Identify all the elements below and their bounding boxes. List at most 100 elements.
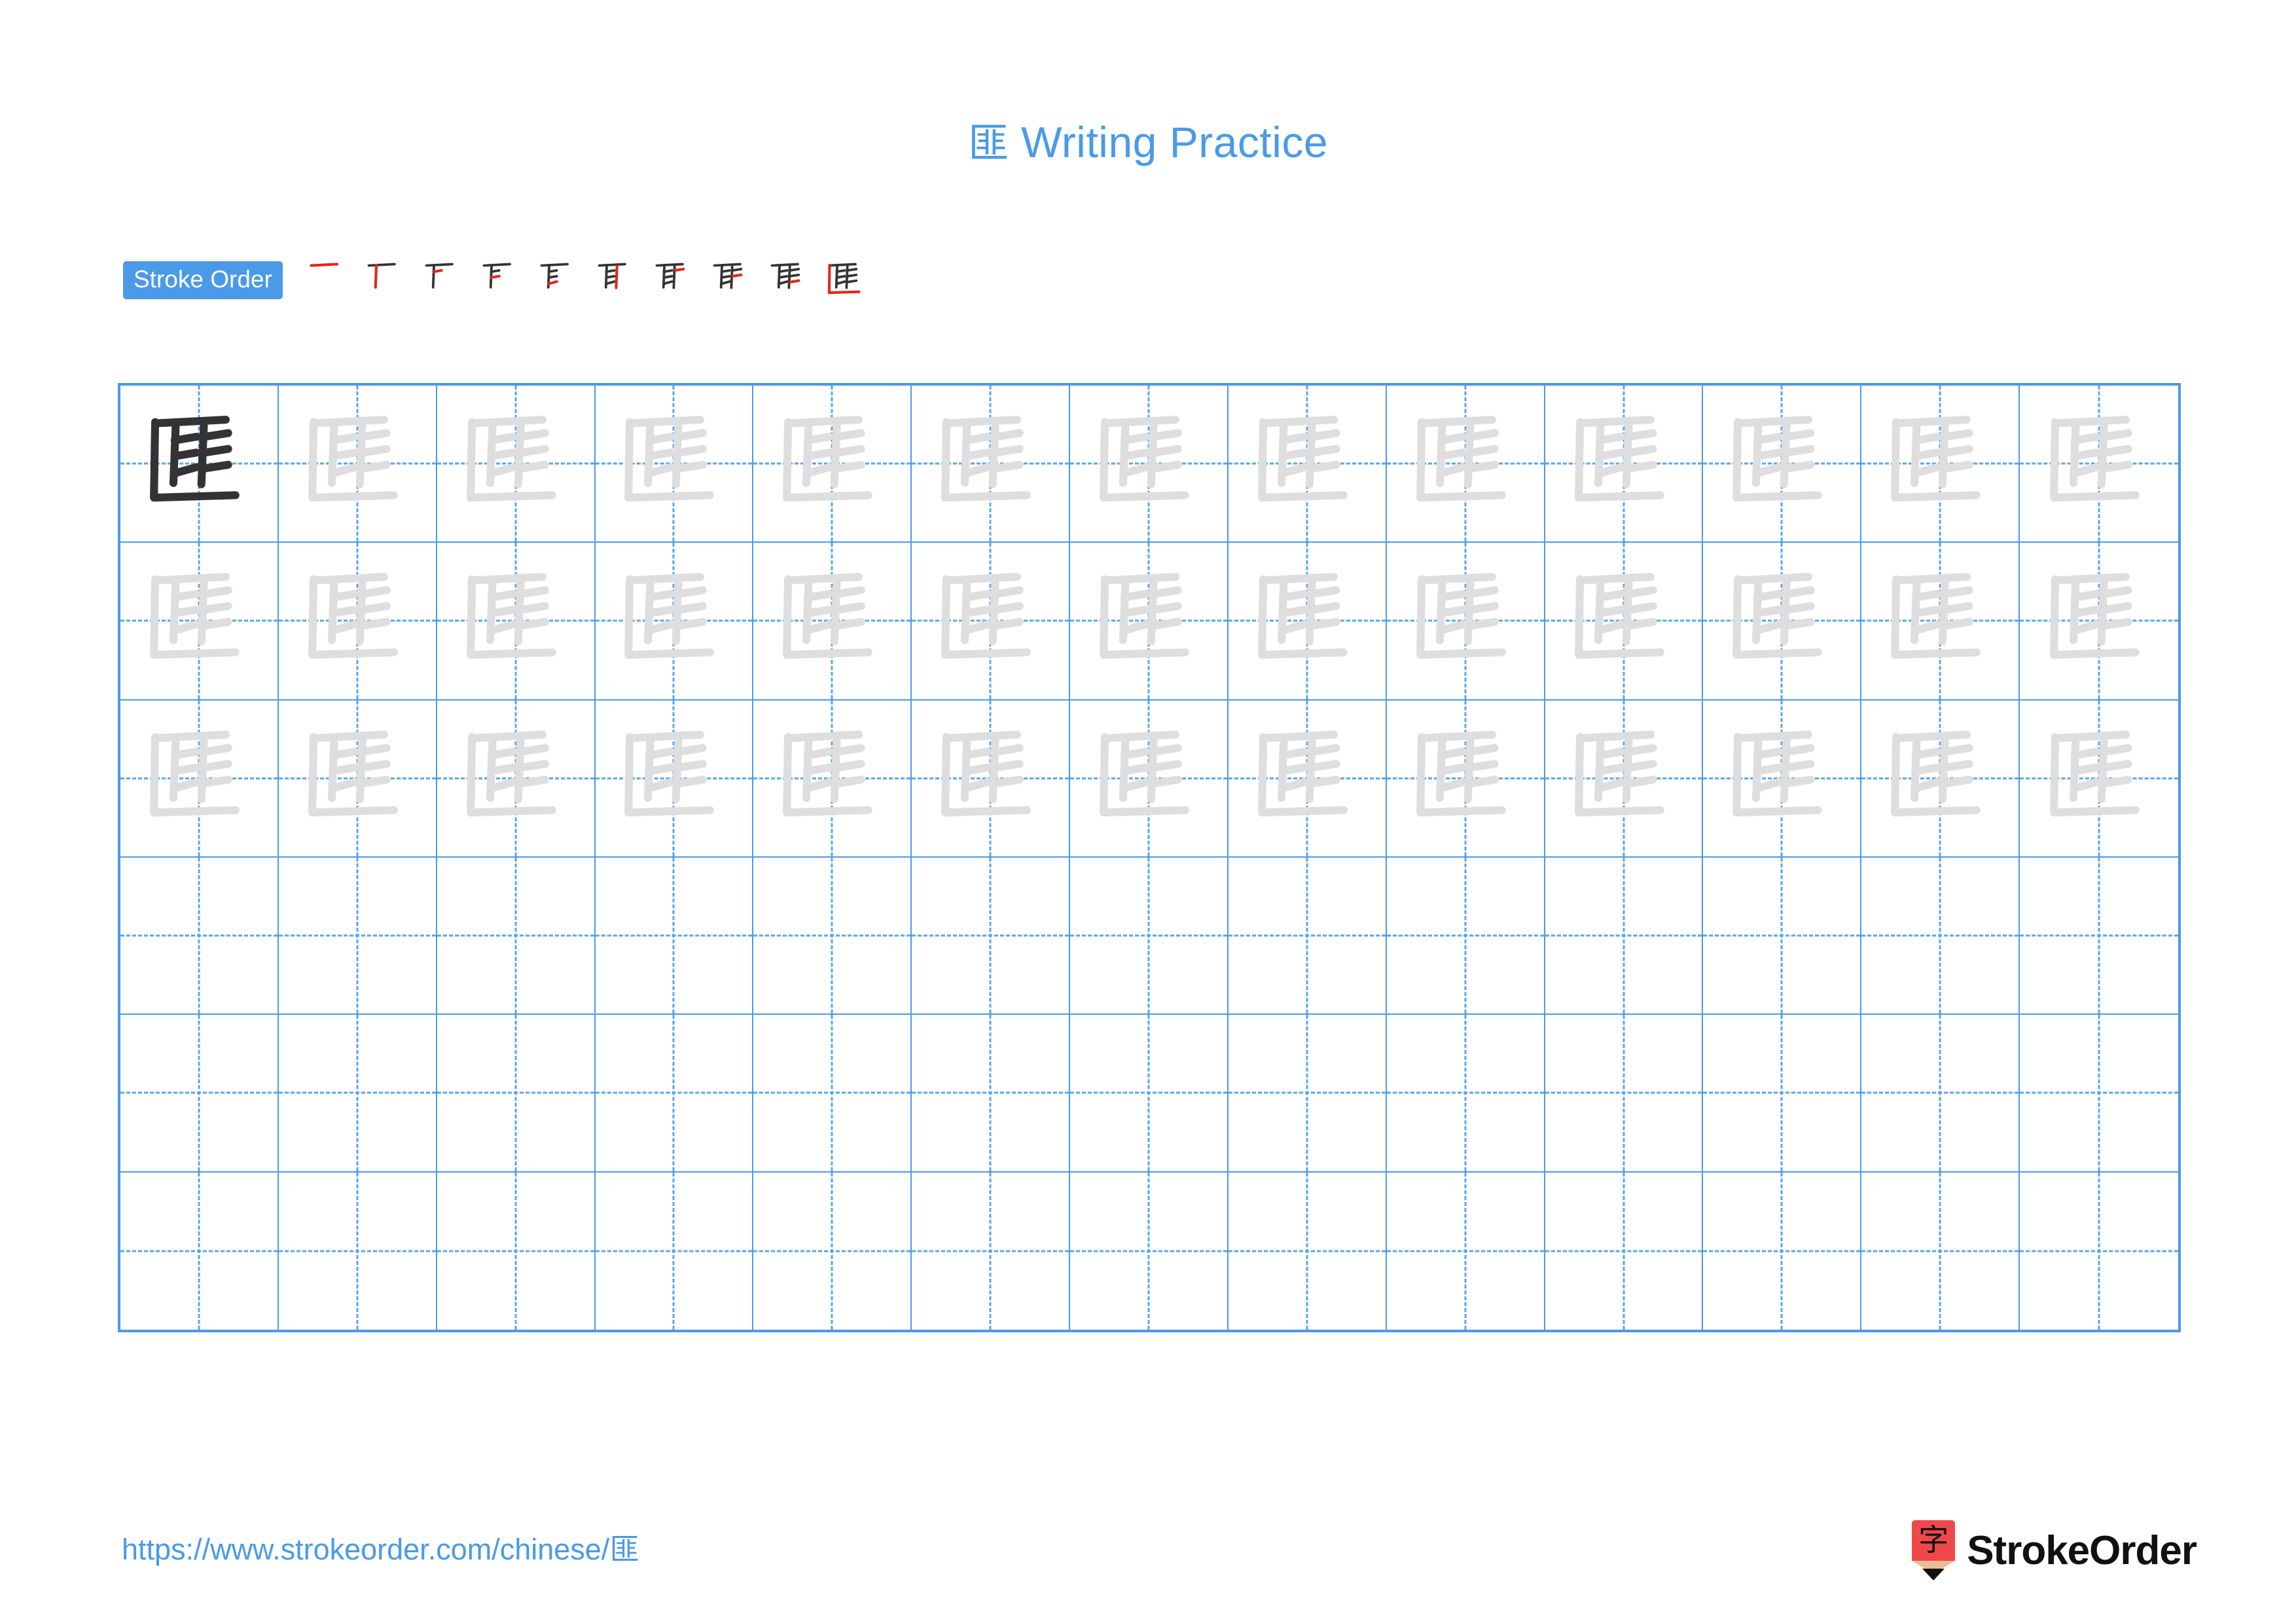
grid-cell[interactable]: [753, 857, 912, 1015]
grid-cell[interactable]: [1861, 700, 2020, 858]
grid-cell[interactable]: [437, 1015, 596, 1173]
trace-character: [1545, 543, 1702, 699]
trace-character: [437, 386, 594, 541]
grid-cell[interactable]: [437, 1172, 596, 1330]
practice-grid: [118, 383, 2181, 1332]
grid-cell[interactable]: [2020, 1015, 2178, 1173]
trace-character: [120, 701, 278, 856]
trace-character: [2020, 543, 2178, 699]
grid-cell[interactable]: [278, 1015, 437, 1173]
grid-cell[interactable]: [2020, 543, 2178, 701]
grid-cell[interactable]: [912, 700, 1071, 858]
grid-cell[interactable]: [2020, 701, 2178, 858]
grid-cell[interactable]: [437, 543, 596, 701]
grid-cell[interactable]: [278, 543, 437, 701]
grid-cell[interactable]: [1386, 1015, 1545, 1173]
grid-cell[interactable]: [1070, 1015, 1229, 1173]
grid-cell[interactable]: [120, 1172, 279, 1330]
grid-cell[interactable]: [279, 1172, 437, 1330]
grid-cell[interactable]: [1228, 543, 1387, 701]
trace-character: [1387, 386, 1544, 541]
grid-cell[interactable]: [912, 1015, 1071, 1173]
grid-cell[interactable]: [595, 857, 754, 1015]
trace-character: [753, 701, 910, 856]
grid-cell[interactable]: [1861, 1015, 2020, 1173]
grid-cell[interactable]: [753, 386, 912, 543]
grid-cell[interactable]: [1386, 543, 1545, 701]
grid-cell[interactable]: [1861, 1172, 2020, 1330]
trace-character: [1229, 701, 1386, 856]
grid-cell[interactable]: [120, 386, 279, 543]
grid-cell[interactable]: [120, 1015, 279, 1173]
trace-character: [1861, 386, 2018, 541]
stroke-step-10: [823, 255, 868, 306]
grid-cell[interactable]: [1545, 857, 1704, 1015]
trace-character: [912, 386, 1069, 541]
grid-cell[interactable]: [1545, 386, 1704, 543]
grid-cell[interactable]: [1545, 700, 1704, 858]
grid-cell[interactable]: [595, 543, 754, 701]
grid-cell[interactable]: [1228, 386, 1387, 543]
grid-cell[interactable]: [120, 857, 279, 1015]
grid-cell[interactable]: [1703, 1172, 1862, 1330]
grid-cell[interactable]: [437, 700, 596, 858]
grid-cell[interactable]: [1070, 543, 1229, 701]
grid-cell[interactable]: [1703, 386, 1862, 543]
trace-character: [279, 701, 436, 856]
grid-cell[interactable]: [120, 543, 279, 701]
grid-cell[interactable]: [1229, 1172, 1387, 1330]
grid-cell[interactable]: [1861, 386, 2020, 543]
grid-cell[interactable]: [437, 857, 596, 1015]
grid-cell[interactable]: [1703, 543, 1862, 701]
grid-cell[interactable]: [596, 1172, 754, 1330]
model-character: [120, 386, 278, 541]
footer-url-text: https://www.strokeorder.com/chinese/: [122, 1533, 610, 1566]
grid-cell[interactable]: [437, 386, 596, 543]
grid-cell[interactable]: [1070, 857, 1229, 1015]
grid-cell[interactable]: [1386, 857, 1545, 1015]
grid-cell[interactable]: [1703, 1015, 1862, 1173]
grid-cell[interactable]: [1228, 700, 1387, 858]
grid-cell[interactable]: [753, 1172, 912, 1330]
trace-character: [912, 701, 1069, 856]
grid-cell[interactable]: [1545, 543, 1704, 701]
grid-cell[interactable]: [753, 543, 912, 701]
grid-cell[interactable]: [120, 700, 279, 858]
grid-cell[interactable]: [1070, 700, 1229, 858]
grid-cell[interactable]: [278, 386, 437, 543]
grid-cell[interactable]: [2020, 386, 2178, 543]
grid-cell[interactable]: [595, 1015, 754, 1173]
trace-character: [753, 543, 910, 699]
pencil-tip: [1922, 1569, 1945, 1580]
grid-cell[interactable]: [1703, 857, 1862, 1015]
grid-cell[interactable]: [1861, 857, 2020, 1015]
grid-cell[interactable]: [912, 386, 1071, 543]
trace-character: [1229, 386, 1386, 541]
grid-cell[interactable]: [1545, 1015, 1704, 1173]
grid-cell[interactable]: [278, 700, 437, 858]
grid-cell[interactable]: [912, 1172, 1071, 1330]
grid-cell[interactable]: [1070, 386, 1229, 543]
stroke-step-5: [535, 255, 580, 306]
grid-cell[interactable]: [1386, 386, 1545, 543]
grid-cell[interactable]: [1545, 1172, 1704, 1330]
grid-cell[interactable]: [1387, 1172, 1545, 1330]
grid-cell[interactable]: [595, 700, 754, 858]
brand-logo[interactable]: 字 StrokeOrder: [1912, 1518, 2197, 1583]
grid-cell[interactable]: [753, 700, 912, 858]
grid-cell[interactable]: [278, 857, 437, 1015]
grid-cell[interactable]: [2020, 858, 2178, 1015]
trace-character: [279, 543, 436, 699]
grid-cell[interactable]: [753, 1015, 912, 1173]
grid-cell[interactable]: [1070, 1172, 1229, 1330]
grid-cell[interactable]: [912, 857, 1071, 1015]
grid-cell[interactable]: [2020, 1173, 2178, 1330]
grid-cell[interactable]: [912, 543, 1071, 701]
grid-cell[interactable]: [1861, 543, 2020, 701]
footer-url[interactable]: https://www.strokeorder.com/chinese/匪: [122, 1525, 639, 1568]
grid-cell[interactable]: [595, 386, 754, 543]
grid-cell[interactable]: [1703, 700, 1862, 858]
grid-cell[interactable]: [1228, 857, 1387, 1015]
grid-cell[interactable]: [1228, 1015, 1387, 1173]
grid-cell[interactable]: [1386, 700, 1545, 858]
